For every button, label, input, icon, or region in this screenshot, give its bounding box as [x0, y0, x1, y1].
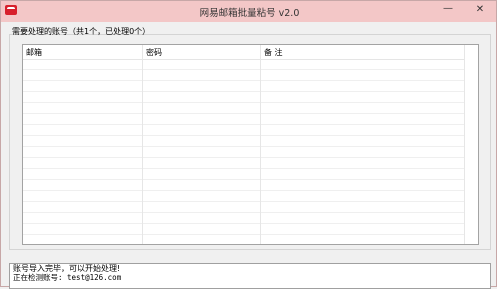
column-divider[interactable] — [142, 45, 143, 244]
title-bar[interactable]: 网易邮箱批量粘号 v2.0 — ✕ — [1, 1, 496, 22]
window-title: 网易邮箱批量粘号 v2.0 — [199, 8, 300, 19]
log-line: 账号导入完毕，可以开始处理! — [13, 264, 121, 273]
table-rows[interactable] — [23, 59, 478, 244]
column-header-note[interactable]: 备 注 — [264, 47, 283, 58]
minimize-button[interactable]: — — [441, 3, 455, 15]
close-button[interactable]: ✕ — [473, 4, 487, 16]
column-divider[interactable] — [260, 45, 261, 244]
accounts-group-label: 需要处理的账号（共1个，已处理0个） — [12, 27, 151, 36]
log-line: 正在检测账号: test@126.com — [13, 273, 122, 282]
column-header-email[interactable]: 邮箱 — [26, 47, 42, 58]
table-header: 邮箱 密码 备 注 — [23, 45, 478, 60]
table-scroll-strip[interactable] — [464, 45, 478, 244]
app-window: 网易邮箱批量粘号 v2.0 — ✕ 需要处理的账号（共1个，已处理0个） 邮箱 … — [0, 0, 497, 289]
accounts-table[interactable]: 邮箱 密码 备 注 — [22, 44, 479, 245]
log-output[interactable]: 账号导入完毕，可以开始处理! 正在检测账号: test@126.com — [9, 263, 491, 289]
column-header-password[interactable]: 密码 — [146, 47, 162, 58]
